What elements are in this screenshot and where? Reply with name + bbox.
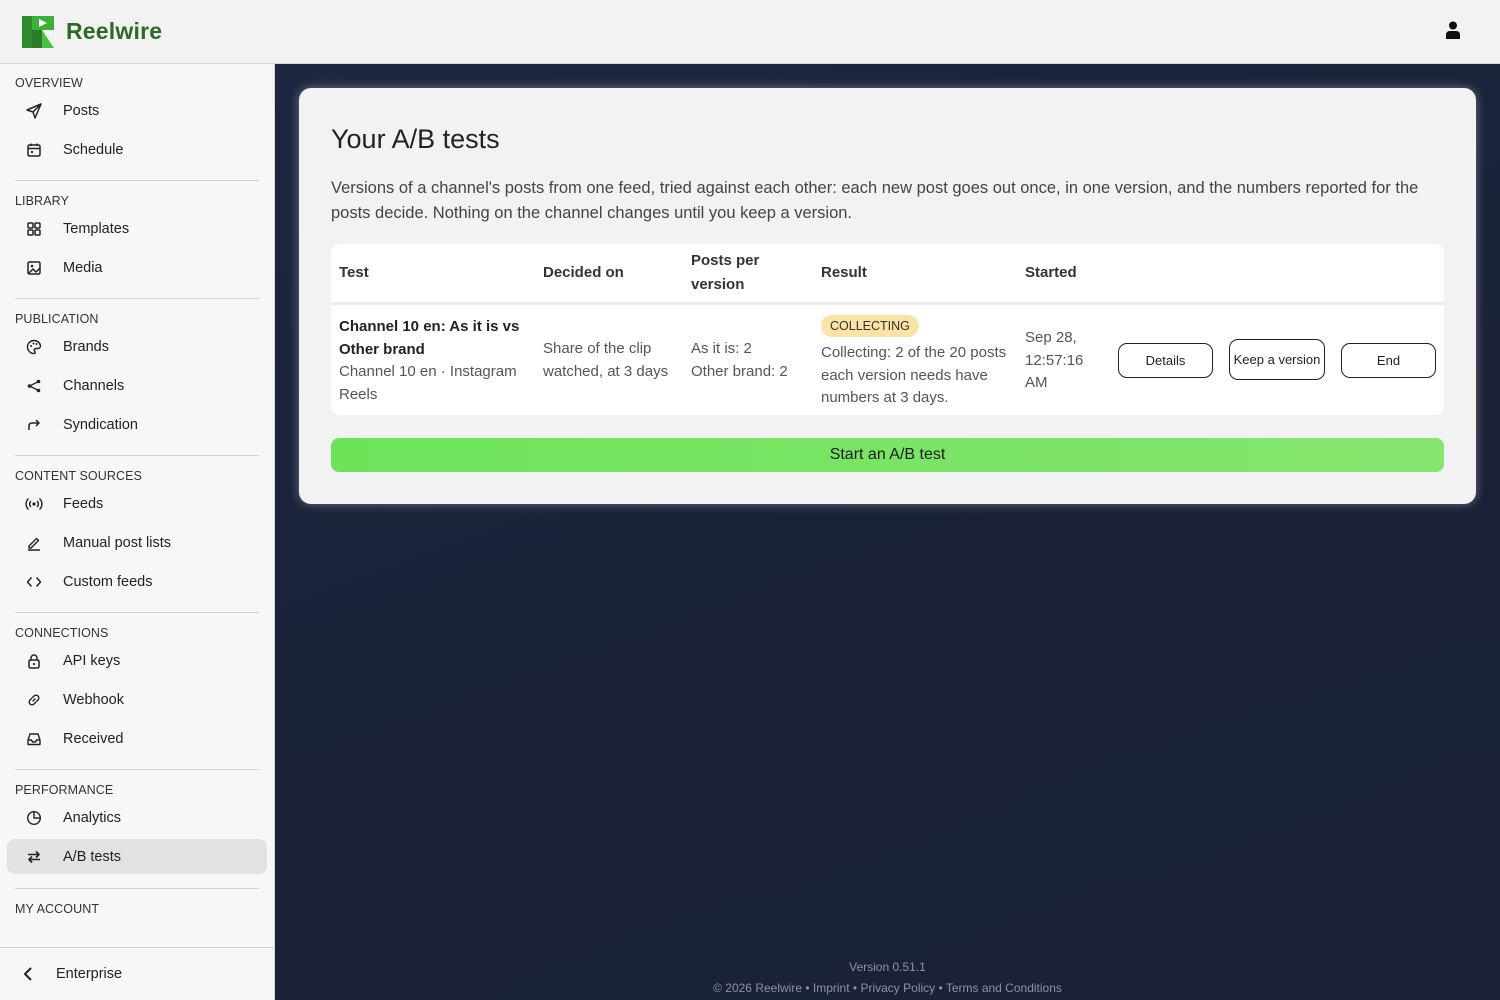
sidebar-item-custom-feeds[interactable]: Custom feeds: [7, 564, 267, 599]
sidebar-item-syndication[interactable]: Syndication: [7, 407, 267, 442]
section-title-overview: OVERVIEW: [15, 76, 83, 90]
sidebar-item-label: Webhook: [63, 691, 124, 708]
sidebar-item-schedule[interactable]: Schedule: [7, 132, 267, 167]
link-icon: [25, 691, 43, 709]
started-timestamp: Sep 28, 12:57:16 AM: [1025, 329, 1084, 391]
ab-tests-card: Your A/B tests Versions of a channel's p…: [299, 88, 1476, 504]
imprint-link[interactable]: Imprint: [813, 981, 850, 995]
page-description: Versions of a channel's posts from one f…: [331, 179, 1419, 222]
column-header-test: Test: [339, 264, 369, 281]
sidebar-item-label: Syndication: [63, 416, 138, 433]
share-icon: [25, 377, 43, 395]
sidebar-item-templates[interactable]: Templates: [7, 211, 267, 246]
sidebar-item-media[interactable]: Media: [7, 250, 267, 285]
start-ab-test-button[interactable]: Start an A/B test: [331, 438, 1444, 472]
separator: •: [805, 981, 810, 995]
separator: •: [938, 981, 943, 995]
sidebar-item-label: Posts: [63, 102, 100, 119]
lock-icon: [25, 652, 43, 670]
sidebar-item-label: API keys: [63, 652, 121, 669]
user-icon: [1446, 21, 1460, 39]
sidebar: OVERVIEW Posts Schedule LIBRARY Template…: [0, 64, 275, 1000]
chevron-left-icon: [24, 967, 32, 981]
sidebar-item-channels[interactable]: Channels: [7, 368, 267, 403]
inbox-icon: [25, 730, 43, 748]
footer-links: © 2026 Reelwire • Imprint • Privacy Poli…: [275, 981, 1500, 995]
palette-icon: [25, 338, 43, 356]
sidebar-item-label: Schedule: [63, 141, 124, 158]
sidebar-item-webhook[interactable]: Webhook: [7, 682, 267, 717]
sidebar-item-api-keys[interactable]: API keys: [7, 643, 267, 678]
status-badge: COLLECTING: [821, 315, 919, 337]
test-name: Channel 10 en: As it is vs Other brand: [339, 318, 520, 358]
section-title-library: LIBRARY: [15, 194, 69, 208]
sidebar-item-label: Media: [63, 259, 103, 276]
column-header-started: Started: [1025, 264, 1077, 281]
sidebar-item-feeds[interactable]: Feeds: [7, 486, 267, 521]
app-version: Version 0.51.1: [849, 960, 926, 974]
collapse-sidebar-button[interactable]: Enterprise: [0, 947, 274, 1000]
sidebar-item-received[interactable]: Received: [7, 721, 267, 756]
separator: •: [852, 981, 858, 995]
posts-version-a: As it is: 2: [691, 340, 752, 357]
broadcast-icon: [25, 495, 43, 513]
section-title-content-sources: CONTENT SOURCES: [15, 469, 142, 483]
sidebar-item-label: Brands: [63, 338, 109, 355]
app-name: Reelwire: [66, 18, 163, 44]
sidebar-item-posts[interactable]: Posts: [7, 93, 267, 128]
pie-chart-icon: [25, 809, 43, 827]
grid-icon: [25, 220, 43, 238]
top-bar: Reelwire: [0, 0, 1500, 64]
copyright: © 2026 Reelwire: [713, 981, 802, 995]
sidebar-item-label: Manual post lists: [63, 534, 171, 551]
privacy-policy-link[interactable]: Privacy Policy: [860, 981, 935, 995]
table-header: Test Decided on Posts per version Result…: [331, 244, 1444, 305]
send-icon: [25, 102, 43, 120]
sidebar-item-label: A/B tests: [63, 848, 122, 865]
logo[interactable]: Reelwire: [22, 15, 163, 48]
keep-version-button[interactable]: Keep a version: [1229, 339, 1325, 380]
main-content: Your A/B tests Versions of a channel's p…: [275, 64, 1500, 1000]
code-icon: [25, 573, 43, 591]
page-title: Your A/B tests: [331, 124, 500, 154]
sidebar-item-label: Channels: [63, 377, 125, 394]
decided-on-metric: Share of the clip watched, at 3 days: [543, 340, 669, 380]
account-plan-label: Enterprise: [56, 966, 123, 982]
column-header-decided-on: Decided on: [543, 264, 624, 281]
image-icon: [25, 259, 43, 277]
posts-version-b: Other brand: 2: [691, 363, 788, 380]
logo-icon: [22, 15, 54, 48]
sidebar-item-label: Received: [63, 730, 124, 747]
terms-link[interactable]: Terms and Conditions: [946, 981, 1062, 995]
sidebar-item-brands[interactable]: Brands: [7, 329, 267, 364]
forward-icon: [25, 416, 43, 434]
sidebar-item-ab-tests[interactable]: A/B tests: [7, 839, 267, 874]
section-title-performance: PERFORMANCE: [15, 783, 114, 797]
sidebar-item-label: Custom feeds: [63, 573, 153, 590]
sidebar-item-manual-post-lists[interactable]: Manual post lists: [7, 525, 267, 560]
swap-icon: [25, 848, 43, 866]
section-title-connections: CONNECTIONS: [15, 626, 109, 640]
result-text: Collecting: 2 of the 20 posts each versi…: [821, 344, 1007, 406]
sidebar-item-label: Feeds: [63, 495, 104, 512]
user-account-button[interactable]: [1446, 21, 1466, 43]
pencil-icon: [25, 534, 43, 552]
column-header-posts-per-version: Posts per version: [691, 252, 760, 293]
end-button[interactable]: End: [1341, 343, 1436, 378]
section-title-publication: PUBLICATION: [15, 312, 99, 326]
column-header-result: Result: [821, 264, 867, 281]
details-button[interactable]: Details: [1118, 343, 1213, 378]
sidebar-item-label: Analytics: [63, 809, 122, 826]
section-title-my-account: MY ACCOUNT: [15, 902, 100, 916]
test-channel: Channel 10 en · Instagram Reels: [339, 363, 517, 403]
ab-tests-table: Test Decided on Posts per version Result…: [331, 244, 1444, 415]
calendar-icon: [25, 141, 43, 159]
sidebar-item-analytics[interactable]: Analytics: [7, 800, 267, 835]
sidebar-item-label: Templates: [63, 220, 130, 237]
